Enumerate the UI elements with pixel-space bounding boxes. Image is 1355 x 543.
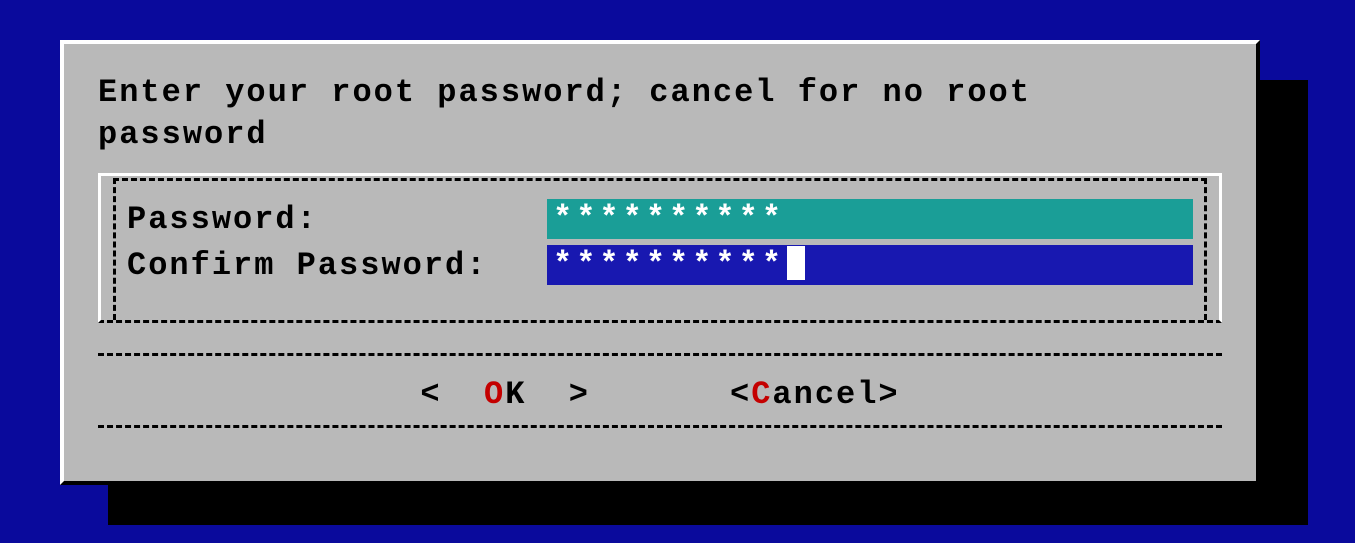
angle-left-icon: <	[420, 376, 441, 413]
angle-right-icon: >	[569, 376, 590, 413]
cancel-rest: ancel	[772, 376, 878, 413]
password-input[interactable]: **********	[547, 199, 1193, 239]
angle-left-icon: <	[730, 376, 751, 413]
ok-button[interactable]: < OK >	[420, 376, 590, 413]
ok-rest: K	[505, 376, 526, 413]
button-row: < OK > <Cancel>	[98, 356, 1222, 425]
dialog-prompt: Enter your root password; cancel for no …	[98, 72, 1222, 155]
text-cursor	[787, 246, 805, 280]
password-masked: **********	[553, 200, 785, 237]
cancel-hotkey: C	[751, 376, 772, 413]
button-separator-top	[98, 353, 1222, 356]
confirm-password-input[interactable]: **********	[547, 245, 1193, 285]
cancel-button[interactable]: <Cancel>	[730, 376, 900, 413]
button-separator-bottom	[98, 425, 1222, 428]
confirm-password-row: Confirm Password: **********	[127, 242, 1193, 288]
desktop-background: Enter your root password; cancel for no …	[0, 0, 1355, 543]
password-label: Password:	[127, 201, 547, 238]
fields-frame: Password: ********** Confirm Password: *…	[98, 173, 1222, 323]
confirm-password-label: Confirm Password:	[127, 247, 547, 284]
ok-hotkey: O	[484, 376, 505, 413]
angle-right-icon: >	[878, 376, 899, 413]
confirm-password-masked: **********	[553, 246, 785, 283]
root-password-dialog: Enter your root password; cancel for no …	[60, 40, 1260, 485]
password-row: Password: **********	[127, 196, 1193, 242]
